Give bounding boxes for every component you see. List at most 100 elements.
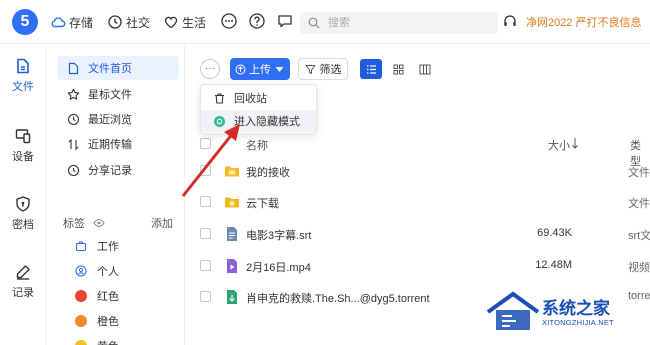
more-menu: 回收站 进入隐藏模式 — [200, 84, 317, 134]
row-checkbox[interactable] — [200, 291, 211, 302]
rail-item-devices[interactable]: 设备 — [0, 127, 46, 164]
eye-icon[interactable] — [93, 217, 105, 229]
sidebar-item-shares[interactable]: 分享记录 — [57, 158, 179, 182]
upload-label: 上传 — [249, 64, 271, 76]
table-row[interactable]: 我的接收 文件 — [186, 157, 650, 185]
sidebar-item-transfers[interactable]: 近期传输 — [57, 132, 179, 156]
row-checkbox[interactable] — [200, 228, 211, 239]
devices-icon — [15, 129, 31, 144]
file-name: 肖申克的救赎.The.Sh...@dyg5.torrent — [246, 293, 430, 305]
row-checkbox[interactable] — [200, 196, 211, 207]
row-checkbox[interactable] — [200, 260, 211, 271]
tag-item-orange[interactable]: 橙色 — [75, 311, 119, 331]
menu-item-recycle-bin[interactable]: 回收站 — [201, 87, 316, 109]
file-type: srt文 — [628, 230, 650, 242]
column-header-size[interactable]: 大小 — [548, 137, 570, 153]
rail-item-devices-label: 设备 — [12, 151, 34, 163]
cloud-icon — [51, 17, 66, 28]
tag-item-work[interactable]: 工作 — [75, 236, 119, 256]
watermark-url: XITONGZHIJIA.NET — [542, 318, 614, 327]
text-file-icon — [227, 227, 237, 241]
search-input[interactable] — [328, 17, 478, 29]
ellipsis-circle-icon[interactable] — [220, 12, 238, 30]
select-all-checkbox[interactable] — [200, 138, 211, 149]
top-bar: 5 存储 社交 生活 净网2022 严打不良信息 — [0, 0, 650, 44]
list-view-button[interactable] — [360, 59, 382, 79]
document-icon — [68, 62, 79, 74]
promo-text[interactable]: 净网2022 严打不良信息 — [526, 14, 642, 30]
clock-icon — [108, 15, 122, 29]
tag-label: 红色 — [97, 291, 119, 303]
trash-icon — [215, 92, 224, 104]
table-row[interactable]: 云下载 文件 — [186, 188, 650, 216]
menu-item-label: 回收站 — [234, 93, 267, 105]
app-logo[interactable]: 5 — [12, 9, 38, 35]
question-circle-icon[interactable] — [248, 12, 266, 30]
filter-label: 筛选 — [319, 64, 342, 76]
sidebar-item-label: 分享记录 — [88, 165, 132, 177]
red-dot-icon — [75, 290, 87, 302]
rail-item-vault[interactable]: 密档 — [0, 195, 46, 232]
rail-item-records[interactable]: 记录 — [0, 263, 46, 300]
hidden-mode-icon — [214, 115, 225, 127]
row-checkbox[interactable] — [200, 165, 211, 176]
yellow-dot-icon — [75, 340, 87, 345]
nav-life-label: 生活 — [182, 15, 207, 30]
sidebar-item-label: 星标文件 — [88, 89, 132, 101]
rail-item-records-label: 记录 — [12, 287, 34, 299]
headset-icon[interactable] — [502, 13, 518, 29]
person-icon — [75, 265, 87, 277]
tags-title: 标签 — [63, 218, 85, 230]
menu-item-hidden-mode[interactable]: 进入隐藏模式 — [201, 110, 316, 132]
shield-lock-icon — [16, 196, 30, 212]
video-file-icon — [227, 259, 237, 273]
transfer-icon — [68, 138, 79, 150]
file-type: 文件 — [628, 198, 650, 210]
column-header-name[interactable]: 名称 — [246, 137, 268, 153]
sidebar-item-starred[interactable]: 星标文件 — [57, 82, 179, 106]
nav-storage[interactable]: 存储 — [50, 12, 93, 32]
sort-icon[interactable] — [570, 137, 580, 149]
torrent-file-icon — [227, 290, 237, 304]
tag-item-yellow[interactable]: 黄色 — [75, 336, 119, 345]
search-box[interactable] — [300, 12, 498, 34]
filter-icon — [305, 64, 315, 74]
sidebar-item-recent[interactable]: 最近浏览 — [57, 107, 179, 131]
share-icon — [67, 164, 80, 176]
folder-icon — [225, 166, 239, 177]
chat-bubble-icon[interactable] — [276, 12, 294, 30]
orange-dot-icon — [75, 315, 87, 327]
tags-add-button[interactable]: 添加 — [151, 215, 173, 231]
nav-life[interactable]: 生活 — [163, 12, 206, 32]
rail-item-files-label: 文件 — [12, 81, 34, 93]
filter-button[interactable]: 筛选 — [298, 58, 348, 80]
sidebar-item-home[interactable]: 文件首页 — [57, 56, 179, 80]
nav-social-label: 社交 — [126, 15, 151, 30]
tag-item-red[interactable]: 红色 — [75, 286, 119, 306]
nav-social[interactable]: 社交 — [107, 12, 150, 32]
file-size: 12.48M — [535, 259, 572, 271]
rail-item-files[interactable]: 文件 — [0, 57, 46, 94]
table-row[interactable]: 电影3字幕.srt 69.43K srt文 — [186, 220, 650, 248]
tag-item-personal[interactable]: 个人 — [75, 261, 119, 281]
tag-label: 橙色 — [97, 316, 119, 328]
more-button[interactable]: ··· — [200, 59, 220, 79]
grid-view-button[interactable] — [387, 59, 409, 79]
file-name: 我的接收 — [246, 167, 290, 179]
cloud-folder-icon — [225, 197, 239, 208]
grid-view-icon — [393, 64, 403, 74]
pen-icon — [16, 265, 30, 280]
column-view-button[interactable] — [414, 59, 436, 79]
sidebar-item-label: 文件首页 — [88, 63, 132, 75]
tag-label: 工作 — [97, 241, 119, 253]
upload-button[interactable]: 上传 — [230, 58, 290, 80]
rail-item-vault-label: 密档 — [12, 219, 34, 231]
menu-item-label: 进入隐藏模式 — [234, 116, 300, 128]
heart-icon — [164, 16, 178, 29]
file-type: 视频 — [628, 262, 650, 274]
watermark-title: 系统之家 — [542, 299, 610, 318]
table-row[interactable]: 2月16日.mp4 12.48M 视频 — [186, 252, 650, 280]
file-icon — [17, 58, 29, 74]
clock-icon — [67, 113, 80, 125]
file-name: 2月16日.mp4 — [246, 262, 311, 274]
